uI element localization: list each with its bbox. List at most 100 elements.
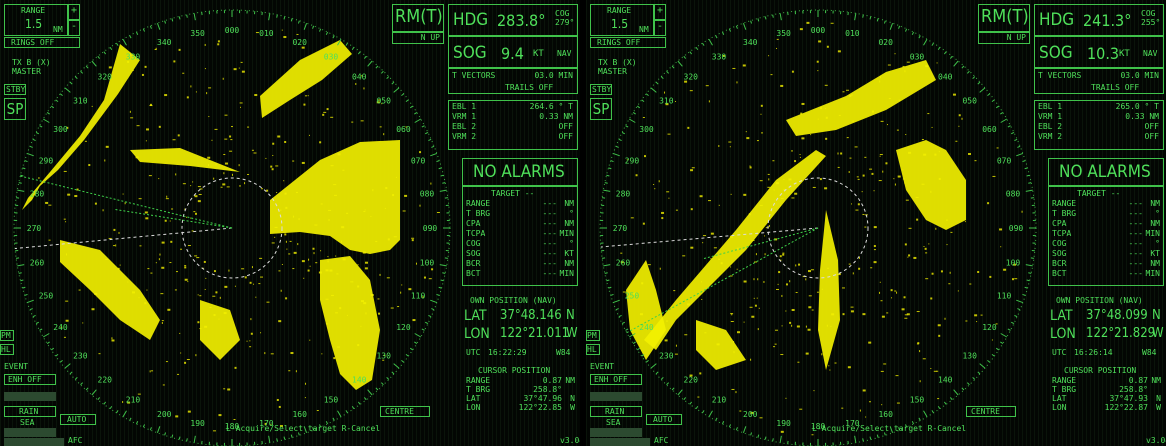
- tx-status[interactable]: TX B (X) MASTER: [12, 58, 51, 76]
- rain-button[interactable]: RAIN: [4, 406, 56, 417]
- range-increase-button[interactable]: +: [68, 4, 80, 20]
- range-panel[interactable]: RANGE 1.5 NM: [4, 4, 68, 36]
- enh-button[interactable]: ENH OFF: [4, 374, 56, 385]
- ebl-vrm-panel[interactable]: EBL 1 265.0 ° T VRM 1 0.33 NM EBL 2 OFF VRM…: [1034, 100, 1164, 150]
- sea-level-bar[interactable]: [4, 428, 56, 437]
- trails-label[interactable]: TRAILS OFF: [505, 83, 553, 92]
- enh-level-bar[interactable]: [590, 392, 642, 401]
- auto-button[interactable]: AUTO: [60, 414, 96, 425]
- rings-button[interactable]: RINGS OFF: [590, 37, 666, 48]
- radar-noise: [319, 141, 322, 144]
- afc-label[interactable]: AFC: [68, 436, 82, 445]
- radar-noise: [172, 139, 176, 141]
- radar-noise: [921, 138, 924, 140]
- target-row: BCR --- NM: [463, 259, 577, 269]
- radar-noise: [351, 121, 354, 123]
- radar-noise: [63, 218, 66, 220]
- radar-noise: [194, 255, 198, 257]
- radar-noise: [167, 308, 171, 311]
- mode-display[interactable]: RM(T): [978, 4, 1030, 32]
- vrm1-label: VRM 1: [452, 112, 477, 121]
- radar-noise: [948, 283, 951, 285]
- radar-noise: [251, 266, 253, 269]
- range-decrease-button[interactable]: -: [68, 20, 80, 36]
- vector-panel[interactable]: T VECTORS 03.0 MIN TRAILS OFF: [1034, 68, 1164, 94]
- afc-bar[interactable]: [4, 438, 64, 446]
- pm-button[interactable]: PM: [0, 330, 14, 341]
- bearing-label: 190: [190, 419, 205, 428]
- radar-noise: [207, 156, 211, 159]
- radar-noise: [175, 271, 178, 273]
- radar-noise: [278, 405, 281, 408]
- hl-button[interactable]: HL: [0, 344, 14, 355]
- radar-noise: [799, 28, 803, 31]
- radar-noise: [850, 306, 854, 308]
- auto-button[interactable]: AUTO: [646, 414, 682, 425]
- north-up-button[interactable]: N UP: [978, 32, 1030, 44]
- operation-hint: L-Acquire/Select target R-Cancel: [226, 424, 381, 433]
- radar-noise: [710, 258, 712, 260]
- mode-display[interactable]: RM(T): [392, 4, 444, 32]
- radar-noise: [913, 256, 917, 259]
- vectors-label: T VECTORS: [1038, 71, 1082, 80]
- radar-noise: [339, 307, 342, 310]
- bearing-label: 140: [352, 376, 367, 385]
- nav-source[interactable]: NAV: [557, 49, 571, 58]
- alarm-panel[interactable]: NO ALARMS: [462, 158, 578, 186]
- radar-noise: [285, 240, 287, 243]
- sp-button[interactable]: SP: [590, 98, 612, 120]
- event-label[interactable]: EVENT: [4, 362, 28, 371]
- cursor-row-label: RANGE: [1052, 376, 1077, 385]
- cursor-row-label: LON: [1052, 403, 1067, 412]
- radar-noise: [305, 95, 308, 97]
- pm-button[interactable]: PM: [586, 330, 600, 341]
- radar-noise: [848, 263, 851, 265]
- range-increase-button[interactable]: +: [654, 4, 666, 20]
- bearing-label: 080: [1006, 190, 1021, 199]
- stby-button[interactable]: STBY: [4, 84, 26, 95]
- sea-level-bar[interactable]: [590, 428, 642, 437]
- vector-panel[interactable]: T VECTORS 03.0 MIN TRAILS OFF: [448, 68, 578, 94]
- enh-button[interactable]: ENH OFF: [590, 374, 642, 385]
- range-panel[interactable]: RANGE 1.5 NM: [590, 4, 654, 36]
- nav-source[interactable]: NAV: [1143, 49, 1157, 58]
- radar-noise: [776, 288, 780, 290]
- north-up-button[interactable]: N UP: [392, 32, 444, 44]
- radar-noise: [883, 363, 887, 365]
- motion-mode: RM(T): [395, 6, 443, 27]
- radar-noise: [916, 311, 920, 313]
- heading-panel: HDG 241.3° COG 255°: [1034, 4, 1164, 36]
- radar-noise: [775, 329, 779, 331]
- radar-noise: [278, 320, 282, 323]
- afc-bar[interactable]: [590, 438, 650, 446]
- radar-noise: [716, 343, 720, 346]
- rain-button[interactable]: RAIN: [590, 406, 642, 417]
- radar-noise: [148, 175, 152, 177]
- radar-noise: [703, 235, 707, 237]
- radar-noise: [749, 166, 752, 169]
- radar-noise: [968, 152, 972, 155]
- radar-noise: [799, 156, 801, 158]
- event-label[interactable]: EVENT: [590, 362, 614, 371]
- tx-status[interactable]: TX B (X) MASTER: [598, 58, 637, 76]
- radar-noise: [169, 262, 172, 264]
- sp-button[interactable]: SP: [4, 98, 26, 120]
- ebl-vrm-panel[interactable]: EBL 1 264.6 ° T VRM 1 0.33 NM EBL 2 OFF VRM…: [448, 100, 578, 150]
- radar-noise: [718, 144, 720, 147]
- radar-noise: [763, 280, 765, 283]
- stby-button[interactable]: STBY: [590, 84, 612, 95]
- radar-noise: [239, 102, 243, 104]
- radar-noise: [226, 186, 230, 188]
- centre-button[interactable]: CENTRE: [380, 406, 430, 417]
- bearing-label: 340: [157, 38, 172, 47]
- trails-label[interactable]: TRAILS OFF: [1091, 83, 1139, 92]
- enh-level-bar[interactable]: [4, 392, 56, 401]
- rings-button[interactable]: RINGS OFF: [4, 37, 80, 48]
- afc-label[interactable]: AFC: [654, 436, 668, 445]
- alarm-panel[interactable]: NO ALARMS: [1048, 158, 1164, 186]
- range-decrease-button[interactable]: -: [654, 20, 666, 36]
- hl-button[interactable]: HL: [586, 344, 600, 355]
- radar-noise: [841, 287, 845, 289]
- centre-button[interactable]: CENTRE: [966, 406, 1016, 417]
- sog-unit: KT: [1119, 49, 1130, 59]
